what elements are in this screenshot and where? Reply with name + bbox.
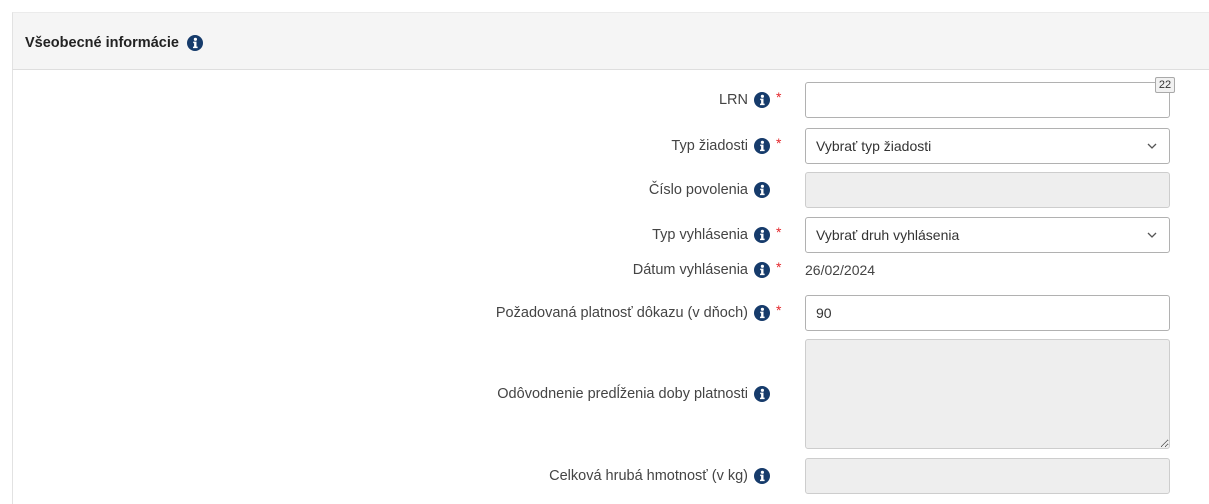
section-body: LRN * 22 Typ žiadosti * Vybrať typ žiado… bbox=[12, 70, 1209, 504]
field-row-typ-vyhlasenia: Typ vyhlásenia * Vybrať druh vyhlásenia bbox=[12, 217, 1209, 253]
typ-vyhlasenia-select[interactable]: Vybrať druh vyhlásenia bbox=[805, 217, 1170, 253]
typ-ziadosti-select[interactable]: Vybrať typ žiadosti bbox=[805, 128, 1170, 164]
field-label-odovodnenie: Odôvodnenie predĺženia doby platnosti bbox=[497, 386, 748, 402]
char-counter-badge: 22 bbox=[1155, 77, 1175, 93]
field-label-celkova-hmotnost: Celková hrubá hmotnosť (v kg) bbox=[549, 468, 748, 484]
info-circle-icon[interactable] bbox=[754, 386, 770, 402]
field-row-pozadovana-platnost: Požadovaná platnosť dôkazu (v dňoch) * bbox=[12, 295, 1209, 331]
info-circle-icon[interactable] bbox=[754, 227, 770, 243]
field-label-group: Celková hrubá hmotnosť (v kg) bbox=[12, 458, 786, 494]
lrn-input[interactable] bbox=[805, 82, 1170, 118]
select-value: Vybrať typ žiadosti bbox=[816, 138, 932, 154]
required-asterisk: * bbox=[776, 224, 782, 240]
field-label-datum-vyhlasenia: Dátum vyhlásenia bbox=[632, 262, 748, 278]
chevron-down-icon bbox=[1147, 232, 1157, 238]
section-header: Všeobecné informácie bbox=[12, 12, 1209, 70]
cislo-povolenia-input bbox=[805, 172, 1170, 208]
info-circle-icon[interactable] bbox=[186, 34, 203, 51]
required-asterisk: * bbox=[776, 259, 782, 275]
select-value: Vybrať druh vyhlásenia bbox=[816, 227, 960, 243]
info-circle-icon[interactable] bbox=[754, 262, 770, 278]
field-label-group: Typ vyhlásenia * bbox=[12, 217, 786, 253]
info-circle-icon[interactable] bbox=[754, 182, 770, 198]
field-label-group: Odôvodnenie predĺženia doby platnosti bbox=[12, 339, 786, 449]
field-row-datum-vyhlasenia: Dátum vyhlásenia * 26/02/2024 bbox=[12, 258, 1209, 282]
field-label-pozadovana-platnost: Požadovaná platnosť dôkazu (v dňoch) bbox=[495, 305, 748, 321]
field-label-group: Typ žiadosti * bbox=[12, 128, 786, 164]
celkova-hmotnost-input bbox=[805, 458, 1170, 494]
odovodnenie-textarea bbox=[805, 339, 1170, 449]
field-label-lrn: LRN bbox=[718, 92, 748, 108]
section-title: Všeobecné informácie bbox=[25, 34, 179, 51]
info-circle-icon[interactable] bbox=[754, 468, 770, 484]
field-label-group: Požadovaná platnosť dôkazu (v dňoch) * bbox=[12, 295, 786, 331]
required-asterisk: * bbox=[776, 302, 782, 318]
info-circle-icon[interactable] bbox=[754, 305, 770, 321]
datum-vyhlasenia-value: 26/02/2024 bbox=[805, 262, 876, 278]
info-circle-icon[interactable] bbox=[754, 138, 770, 154]
field-label-typ-vyhlasenia: Typ vyhlásenia bbox=[652, 227, 748, 243]
field-row-typ-ziadosti: Typ žiadosti * Vybrať typ žiadosti bbox=[12, 128, 1209, 164]
field-row-cislo-povolenia: Číslo povolenia bbox=[12, 172, 1209, 208]
info-circle-icon[interactable] bbox=[754, 92, 770, 108]
field-label-group: Číslo povolenia bbox=[12, 172, 786, 208]
pozadovana-platnost-input[interactable] bbox=[805, 295, 1170, 331]
field-label-group: Dátum vyhlásenia * bbox=[12, 258, 786, 282]
field-label-cislo-povolenia: Číslo povolenia bbox=[648, 182, 748, 198]
field-label-group: LRN * bbox=[12, 82, 786, 118]
chevron-down-icon bbox=[1147, 143, 1157, 149]
field-row-celkova-hmotnost: Celková hrubá hmotnosť (v kg) bbox=[12, 458, 1209, 494]
field-row-lrn: LRN * 22 bbox=[12, 77, 1209, 118]
required-asterisk: * bbox=[776, 135, 782, 151]
required-asterisk: * bbox=[776, 89, 782, 105]
field-row-odovodnenie: Odôvodnenie predĺženia doby platnosti bbox=[12, 339, 1209, 449]
field-label-typ-ziadosti: Typ žiadosti bbox=[671, 138, 748, 154]
